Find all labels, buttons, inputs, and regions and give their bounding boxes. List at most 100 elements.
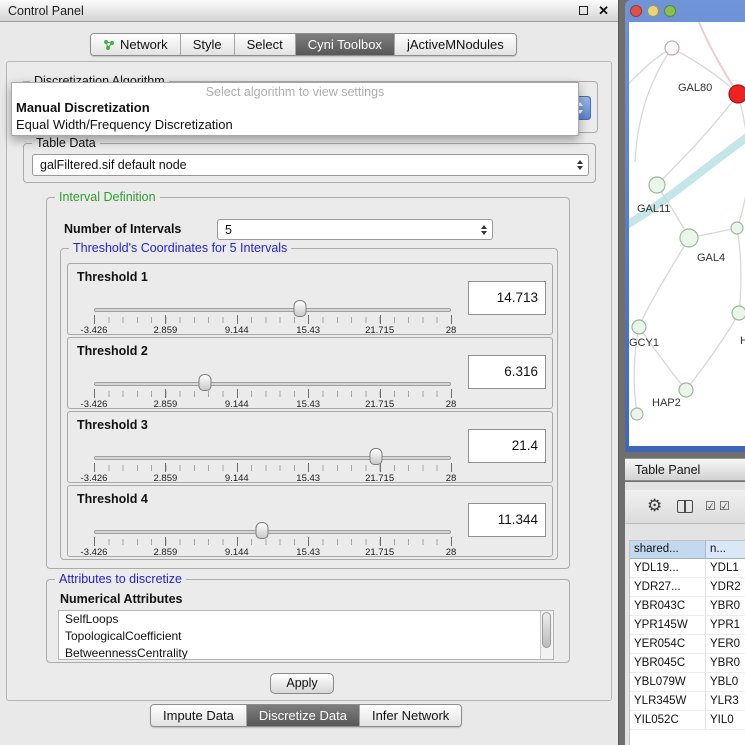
group-title: Threshold's Coordinates for 5 Intervals xyxy=(69,241,291,255)
top-tab-bar: Network Style Select Cyni Toolbox jActiv… xyxy=(90,33,517,56)
cell[interactable]: YDL1 xyxy=(706,559,745,577)
network-node[interactable] xyxy=(649,177,665,193)
cell[interactable]: YIL0 xyxy=(706,711,745,729)
cell[interactable]: YBR043C xyxy=(630,597,706,615)
checkbox-icon[interactable]: ☑ xyxy=(719,499,730,513)
tab-jactivemodules[interactable]: jActiveMNodules xyxy=(395,34,516,55)
threshold-panel: Threshold 1 14.713 -3.426 2.859 9.144 15… xyxy=(67,263,553,335)
cell[interactable]: YLR345W xyxy=(630,692,706,710)
tab-style[interactable]: Style xyxy=(181,34,235,55)
slider-thumb[interactable] xyxy=(370,448,383,465)
list-item[interactable]: BetweennessCentrality xyxy=(59,645,553,660)
network-node[interactable] xyxy=(665,41,679,55)
apply-button[interactable]: Apply xyxy=(270,673,334,694)
threshold-value-field[interactable]: 14.713 xyxy=(468,281,546,315)
slider-track[interactable] xyxy=(94,382,451,386)
slider-thumb[interactable] xyxy=(198,374,211,391)
cell[interactable]: YBR0 xyxy=(706,597,745,615)
cell[interactable]: YPR1 xyxy=(706,616,745,634)
table-row[interactable]: YDR27...YDR2 xyxy=(630,578,745,597)
cell[interactable]: YBL079W xyxy=(630,673,706,691)
list-item[interactable]: TopologicalCoefficient xyxy=(59,628,553,645)
attribute-list-scrollbar[interactable] xyxy=(540,611,553,659)
gear-icon[interactable]: ⚙ xyxy=(647,497,662,515)
cell[interactable]: YIL052C xyxy=(630,711,706,729)
table-row[interactable]: YBL079WYBL0 xyxy=(630,673,745,692)
table-row[interactable]: YPR145WYPR1 xyxy=(630,616,745,635)
network-node[interactable] xyxy=(631,408,643,420)
node-label: GAL4 xyxy=(697,252,725,264)
network-node[interactable] xyxy=(632,320,646,334)
attribute-list: SelfLoops TopologicalCoefficient Between… xyxy=(58,610,554,660)
threshold-slider[interactable]: -3.426 2.859 9.144 15.43 21.715 28 xyxy=(94,444,451,482)
cell[interactable]: YER054C xyxy=(630,635,706,653)
cell[interactable]: YDL19... xyxy=(630,559,706,577)
slider-thumb[interactable] xyxy=(293,300,306,317)
slider-scale: -3.426 2.859 9.144 15.43 21.715 28 xyxy=(94,473,451,484)
tab-network[interactable]: Network xyxy=(91,34,181,55)
dropdown-item-equal-width-frequency[interactable]: Equal Width/Frequency Discretization xyxy=(12,116,578,133)
network-node[interactable] xyxy=(679,383,693,397)
network-node[interactable] xyxy=(680,229,698,247)
table-row[interactable]: YLR345WYLR3 xyxy=(630,692,745,711)
network-node[interactable] xyxy=(732,306,745,320)
threshold-panel: Threshold 3 21.4 -3.426 2.859 9.144 15.4… xyxy=(67,411,553,483)
selected-network-node[interactable] xyxy=(729,85,745,103)
scrollbar-thumb[interactable] xyxy=(542,612,551,648)
cell[interactable]: YDR2 xyxy=(706,578,745,596)
columns-icon[interactable] xyxy=(677,500,693,513)
network-node[interactable] xyxy=(731,222,743,234)
tab-label: Infer Network xyxy=(372,708,449,723)
table-row[interactable]: YIL052CYIL0 xyxy=(630,711,745,730)
threshold-panel: Threshold 2 6.316 -3.426 2.859 9.144 15.… xyxy=(67,337,553,409)
threshold-label: Threshold 3 xyxy=(77,418,148,432)
list-item[interactable]: SelfLoops xyxy=(59,611,553,628)
column-header-shared-name[interactable]: shared... xyxy=(630,541,706,558)
mac-zoom-icon[interactable] xyxy=(664,5,676,17)
slider-track[interactable] xyxy=(94,530,451,534)
cell[interactable]: YDR27... xyxy=(630,578,706,596)
slider-thumb[interactable] xyxy=(255,522,268,539)
cell[interactable]: YLR3 xyxy=(706,692,745,710)
table-data-combobox[interactable]: galFiltered.sif default node xyxy=(32,154,589,176)
table-row[interactable]: YDL19...YDL1 xyxy=(630,559,745,578)
cell[interactable]: YBL0 xyxy=(706,673,745,691)
float-window-icon[interactable] xyxy=(579,6,588,15)
cell[interactable]: YBR045C xyxy=(630,654,706,672)
num-intervals-combobox[interactable]: 5 xyxy=(217,219,493,240)
table-row[interactable]: YBR043CYBR0 xyxy=(630,597,745,616)
threshold-slider[interactable]: -3.426 2.859 9.144 15.43 21.715 28 xyxy=(94,370,451,408)
close-icon[interactable]: ✕ xyxy=(598,3,609,19)
threshold-value-field[interactable]: 6.316 xyxy=(468,355,546,389)
slider-track[interactable] xyxy=(94,456,451,460)
threshold-slider[interactable]: -3.426 2.859 9.144 15.43 21.715 28 xyxy=(94,518,451,556)
table-panel-title: Table Panel xyxy=(635,463,700,477)
slider-track[interactable] xyxy=(94,308,451,312)
cell[interactable]: YER0 xyxy=(706,635,745,653)
table-row[interactable]: YBR045CYBR0 xyxy=(630,654,745,673)
node-label: GAL11 xyxy=(637,203,670,215)
tab-impute-data[interactable]: Impute Data xyxy=(151,705,247,726)
dropdown-item-manual-discretization[interactable]: Manual Discretization xyxy=(12,99,578,116)
threshold-slider[interactable]: -3.426 2.859 9.144 15.43 21.715 28 xyxy=(94,296,451,334)
slider-ticks xyxy=(94,317,451,323)
mac-minimize-icon[interactable] xyxy=(647,5,659,17)
network-canvas[interactable]: GAL80 GAL11 GAL4 GCY1 HAP2 H xyxy=(629,22,745,446)
cell[interactable]: YPR145W xyxy=(630,616,706,634)
mac-close-icon[interactable] xyxy=(630,5,642,17)
column-header-name[interactable]: n... xyxy=(706,541,745,558)
tab-discretize-data[interactable]: Discretize Data xyxy=(247,705,360,726)
tab-label: Impute Data xyxy=(163,708,234,723)
tab-select[interactable]: Select xyxy=(235,34,296,55)
algorithm-dropdown-popup: Select algorithm to view settings Manual… xyxy=(11,82,579,136)
tab-cyni-toolbox[interactable]: Cyni Toolbox xyxy=(296,34,395,55)
cell[interactable]: YBR0 xyxy=(706,654,745,672)
threshold-value-field[interactable]: 21.4 xyxy=(468,429,546,463)
checkbox-icon[interactable]: ☑ xyxy=(705,499,716,513)
tab-label: jActiveMNodules xyxy=(407,37,504,52)
tab-infer-network[interactable]: Infer Network xyxy=(360,705,461,726)
threshold-value-field[interactable]: 11.344 xyxy=(468,503,546,537)
slider-scale: -3.426 2.859 9.144 15.43 21.715 28 xyxy=(94,399,451,410)
tab-label: Cyni Toolbox xyxy=(308,37,382,52)
table-row[interactable]: YER054CYER0 xyxy=(630,635,745,654)
